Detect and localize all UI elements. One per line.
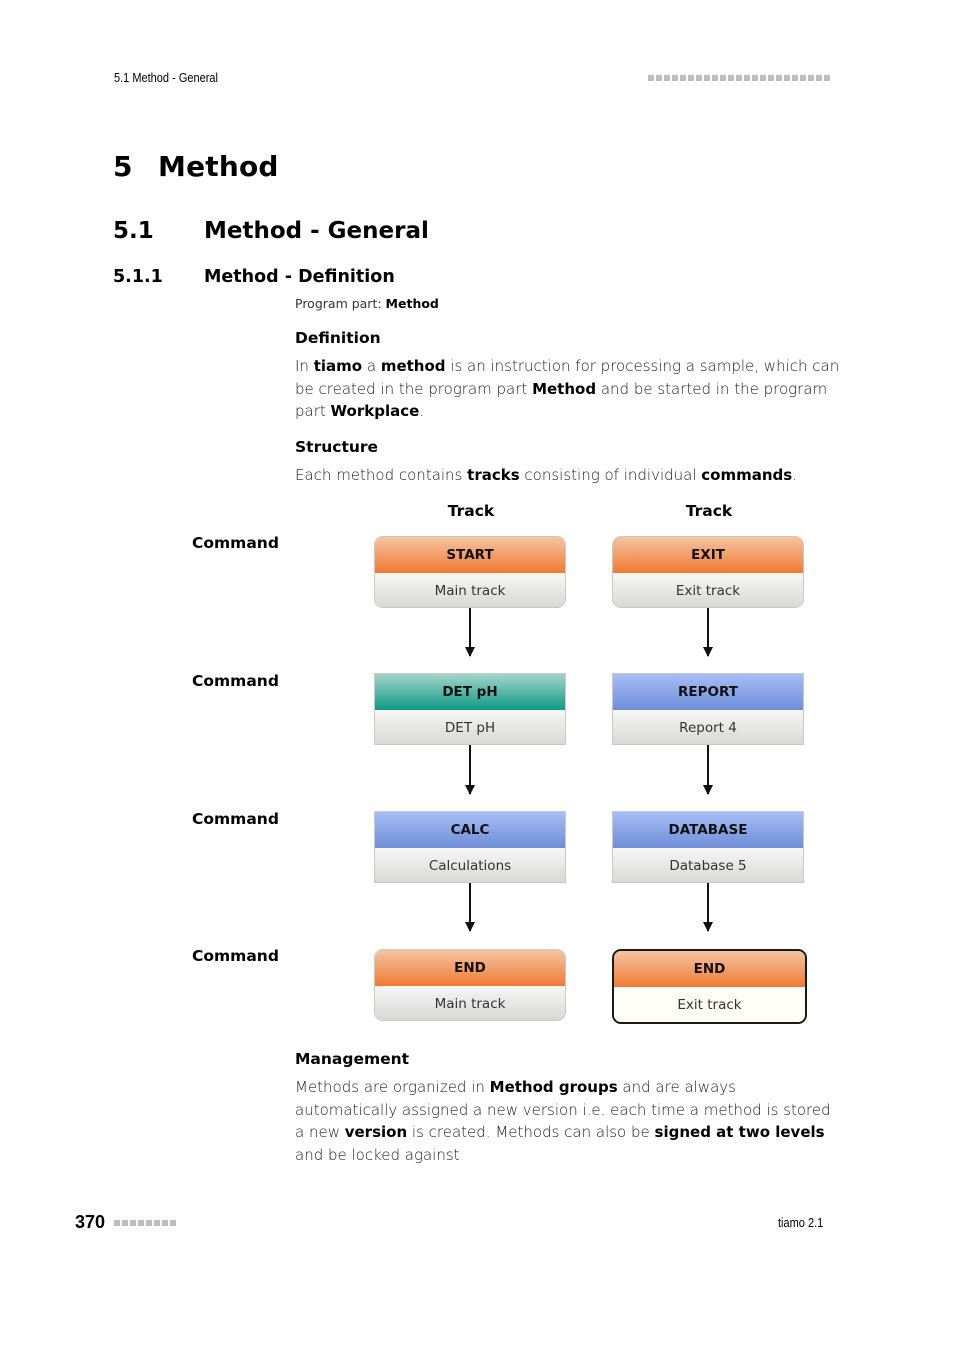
decorative-dot bbox=[146, 1220, 152, 1226]
decorative-dot bbox=[800, 75, 806, 81]
decorative-dot bbox=[768, 75, 774, 81]
subsection-heading: 5.1.1 Method - Definition bbox=[113, 267, 395, 287]
decorative-dot bbox=[712, 75, 718, 81]
command-name: Exit track bbox=[614, 987, 805, 1022]
command-box-exit[interactable]: EXIT Exit track bbox=[612, 536, 804, 608]
command-type: END bbox=[375, 950, 565, 986]
decorative-dot bbox=[680, 75, 686, 81]
command-box-end-main[interactable]: END Main track bbox=[374, 949, 566, 1021]
decorative-dot bbox=[696, 75, 702, 81]
command-name: Database 5 bbox=[613, 848, 803, 882]
structure-paragraph: Each method contains tracks consisting o… bbox=[295, 466, 797, 484]
decorative-dot bbox=[170, 1220, 176, 1226]
flow-arrow bbox=[703, 608, 713, 657]
management-paragraph: Methods are organized in Method groups a… bbox=[295, 1078, 831, 1164]
running-header-title: 5.1 Method - General bbox=[114, 71, 218, 85]
decorative-dot bbox=[792, 75, 798, 81]
definition-heading: Definition bbox=[295, 329, 381, 347]
decorative-dot bbox=[122, 1220, 128, 1226]
structure-heading: Structure bbox=[295, 438, 379, 456]
decorative-dot bbox=[648, 75, 654, 81]
decorative-dot bbox=[816, 75, 822, 81]
product-version: tiamo 2.1 bbox=[778, 1216, 824, 1230]
decorative-dot bbox=[130, 1220, 136, 1226]
program-part-value: Method bbox=[385, 296, 439, 311]
decorative-dot bbox=[688, 75, 694, 81]
command-type: END bbox=[614, 951, 805, 987]
decorative-dot bbox=[752, 75, 758, 81]
decorative-dot bbox=[824, 75, 830, 81]
command-name: DET pH bbox=[375, 710, 565, 744]
section-number: 5.1 bbox=[113, 218, 154, 244]
decorative-dot bbox=[162, 1220, 168, 1226]
command-box-database[interactable]: DATABASE Database 5 bbox=[612, 811, 804, 883]
command-type: REPORT bbox=[613, 674, 803, 710]
subsection-number: 5.1.1 bbox=[113, 267, 163, 287]
flow-arrow bbox=[465, 745, 475, 795]
decorative-dot bbox=[672, 75, 678, 81]
command-name: Exit track bbox=[613, 573, 803, 607]
decorative-dot bbox=[744, 75, 750, 81]
command-type: EXIT bbox=[613, 537, 803, 573]
command-label: Command bbox=[192, 672, 279, 690]
flow-arrow bbox=[703, 745, 713, 795]
section-title: Method - General bbox=[204, 218, 429, 244]
command-box-calc[interactable]: CALC Calculations bbox=[374, 811, 566, 883]
footer-decorative-dots bbox=[114, 1220, 176, 1226]
flow-arrow bbox=[703, 883, 713, 932]
track-label: Track bbox=[685, 502, 733, 520]
chapter-number: 5 bbox=[113, 150, 133, 183]
command-name: Report 4 bbox=[613, 710, 803, 744]
decorative-dot bbox=[720, 75, 726, 81]
flow-arrow bbox=[465, 608, 475, 657]
decorative-dot bbox=[138, 1220, 144, 1226]
subsection-title: Method - Definition bbox=[204, 267, 395, 287]
command-type: DET pH bbox=[375, 674, 565, 710]
command-box-end-exit-selected[interactable]: END Exit track bbox=[612, 949, 807, 1024]
command-type: DATABASE bbox=[613, 812, 803, 848]
decorative-dot bbox=[776, 75, 782, 81]
decorative-dot bbox=[728, 75, 734, 81]
decorative-dot bbox=[114, 1220, 120, 1226]
command-name: Main track bbox=[375, 573, 565, 607]
chapter-heading: 5 Method bbox=[113, 150, 279, 183]
command-box-start[interactable]: START Main track bbox=[374, 536, 566, 608]
decorative-dot bbox=[154, 1220, 160, 1226]
decorative-dot bbox=[760, 75, 766, 81]
chapter-title: Method bbox=[158, 150, 279, 183]
program-part-label: Program part: bbox=[295, 296, 382, 311]
flow-arrow bbox=[465, 883, 475, 932]
decorative-dot bbox=[736, 75, 742, 81]
management-heading: Management bbox=[295, 1050, 410, 1068]
program-part-note: Program part: Method bbox=[295, 296, 439, 311]
command-label: Command bbox=[192, 810, 279, 828]
command-label: Command bbox=[192, 947, 279, 965]
decorative-dot bbox=[656, 75, 662, 81]
decorative-dot bbox=[704, 75, 710, 81]
command-type: START bbox=[375, 537, 565, 573]
command-name: Calculations bbox=[375, 848, 565, 882]
page-number: 370 bbox=[75, 1212, 106, 1232]
command-box-report[interactable]: REPORT Report 4 bbox=[612, 673, 804, 745]
command-label: Command bbox=[192, 534, 279, 552]
track-label: Track bbox=[447, 502, 495, 520]
header-decorative-dots bbox=[648, 75, 830, 81]
decorative-dot bbox=[808, 75, 814, 81]
command-box-det-ph[interactable]: DET pH DET pH bbox=[374, 673, 566, 745]
decorative-dot bbox=[784, 75, 790, 81]
section-heading: 5.1 Method - General bbox=[113, 218, 429, 244]
decorative-dot bbox=[664, 75, 670, 81]
command-name: Main track bbox=[375, 986, 565, 1020]
command-type: CALC bbox=[375, 812, 565, 848]
definition-paragraph: In tiamo a method is an instruction for … bbox=[295, 357, 840, 420]
